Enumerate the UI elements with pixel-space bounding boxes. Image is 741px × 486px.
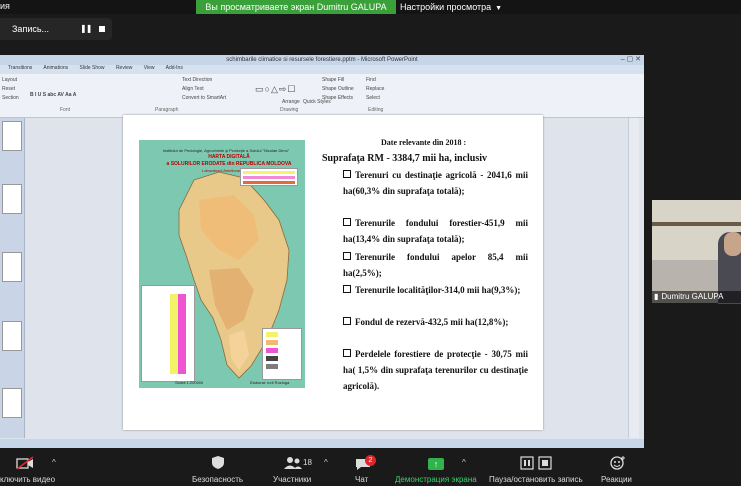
bullet-item: Terenurile fondului forestier-451,9 mii … [343,218,528,244]
stop-icon[interactable] [99,26,105,32]
video-off-icon[interactable] [16,456,34,473]
group-paragraph: Paragraph [155,107,179,113]
shapes-gallery[interactable]: ▭○△⇨☐ [255,84,296,95]
video-button-label[interactable]: ключить видео [0,475,55,484]
view-options-button[interactable]: Настройки просмотра ▼ [400,0,502,14]
slide-thumbnail[interactable] [2,321,22,351]
font-format-buttons[interactable]: B I U S abc AV Aa A [30,92,76,98]
map-legend-table [141,285,195,382]
participants-button-label[interactable]: Участники [273,475,311,484]
video-shelf [652,222,741,226]
shape-fill-button[interactable]: Shape Fill [322,77,344,83]
map-institute: Institutul de Pedologie, Agrochimie şi P… [162,148,290,153]
reactions-icon[interactable] [610,455,626,473]
participants-count: 18 [303,458,312,467]
recording-label: Запись... [12,24,50,34]
group-drawing: Drawing [280,107,299,113]
ribbon-tabs: Transitions Animations Slide Show Review… [0,65,644,74]
align-text-button[interactable]: Align Text [182,86,204,92]
text-direction-button[interactable]: Text Direction [182,77,212,83]
bullet-item: Fondul de rezervă-432,5 mii ha(12,8%); [343,314,528,330]
window-controls[interactable]: – ▢ ✕ [621,55,641,63]
map-legend-key [262,328,302,380]
arrange-button[interactable]: Arrange [282,99,300,105]
group-font: Font [60,107,71,113]
share-banner: Вы просматриваете экран Dumitru GALUPA [196,0,396,14]
tab-transitions[interactable]: Transitions [8,65,32,71]
map-legend-table [240,168,298,186]
bullet-item: Terenuri cu destinaţie agricolă - 2041,6… [343,170,528,196]
chevron-down-icon: ▼ [495,5,503,12]
replace-button[interactable]: Replace [366,86,384,92]
tab-view[interactable]: View [144,65,155,71]
system-label: ия [0,1,10,11]
shield-icon[interactable] [211,455,225,473]
bullet-item: Terenurile localităţilor-314,0 mii ha(9,… [343,282,528,298]
participants-icon[interactable] [283,456,303,473]
slide-thumbnails-panel [0,118,25,438]
shape-outline-button[interactable]: Shape Outline [322,86,354,92]
pause-icon[interactable]: ❚❚ [80,24,92,33]
bullet-item: Perdelele forestiere de protecţie - 30,7… [343,349,528,391]
slide-heading: Date relevante din 2018 : [381,138,467,147]
map-scale: Scara 1:200000 [175,380,204,385]
participant-name: ▮ Dumitru GALUPA [652,291,741,303]
vertical-scrollbar[interactable] [628,118,639,438]
signal-icon: ▮ [654,292,659,301]
status-bar [0,439,644,448]
tab-add-ins[interactable]: Add-Ins [166,65,183,71]
slide-thumbnail[interactable] [2,252,22,282]
convert-smartart-button[interactable]: Convert to SmartArt [182,95,226,101]
group-editing: Editing [368,107,384,113]
tab-animations[interactable]: Animations [43,65,68,71]
pause-recording-icon[interactable] [520,456,554,473]
window-title: schimbarile climatice si resursele fores… [0,55,644,65]
share-button-label[interactable]: Демонстрация экрана [395,475,477,484]
share-screen-icon[interactable]: ↑ [428,458,444,470]
slide-thumbnail[interactable] [2,121,22,151]
security-button-label[interactable]: Безопасность [192,475,243,484]
slide-thumbnail[interactable] [2,388,22,418]
section-button[interactable]: Section [2,95,19,101]
chat-badge: 2 [365,455,376,466]
chat-button-label[interactable]: Чат [355,475,368,484]
video-options-chevron[interactable]: ^ [52,458,56,467]
participant-face [724,232,741,256]
map-subtitle: a SOLURILOR ERODATE din REPUBLICA MOLDOV… [166,161,292,167]
layout-button[interactable]: Layout [2,77,17,83]
map-author: Elaborat: Iurii Rozloga [250,380,290,385]
reset-button[interactable]: Reset [2,86,15,92]
bullet-item: Terenurile fondului apelor 85,4 mii ha(2… [343,252,528,278]
shape-effects-button[interactable]: Shape Effects [322,95,353,101]
find-button[interactable]: Find [366,77,376,83]
select-button[interactable]: Select [366,95,380,101]
tab-review[interactable]: Review [116,65,132,71]
participants-chevron[interactable]: ^ [324,458,328,467]
tab-slide-show[interactable]: Slide Show [80,65,105,71]
view-options-label: Настройки просмотра [400,2,492,12]
share-options-chevron[interactable]: ^ [462,458,466,467]
recording-button-label[interactable]: Пауза/остановить запись [489,475,583,484]
slide-thumbnail[interactable] [2,184,22,214]
slide-total: Suprafaţa RM - 3384,7 mii ha, inclusiv [322,153,488,164]
reactions-button-label[interactable]: Реакции [601,475,632,484]
ribbon: Layout Reset Section B I U S abc AV Aa A… [0,74,644,118]
map-title: HARTA DIGITALĂ [208,154,250,160]
